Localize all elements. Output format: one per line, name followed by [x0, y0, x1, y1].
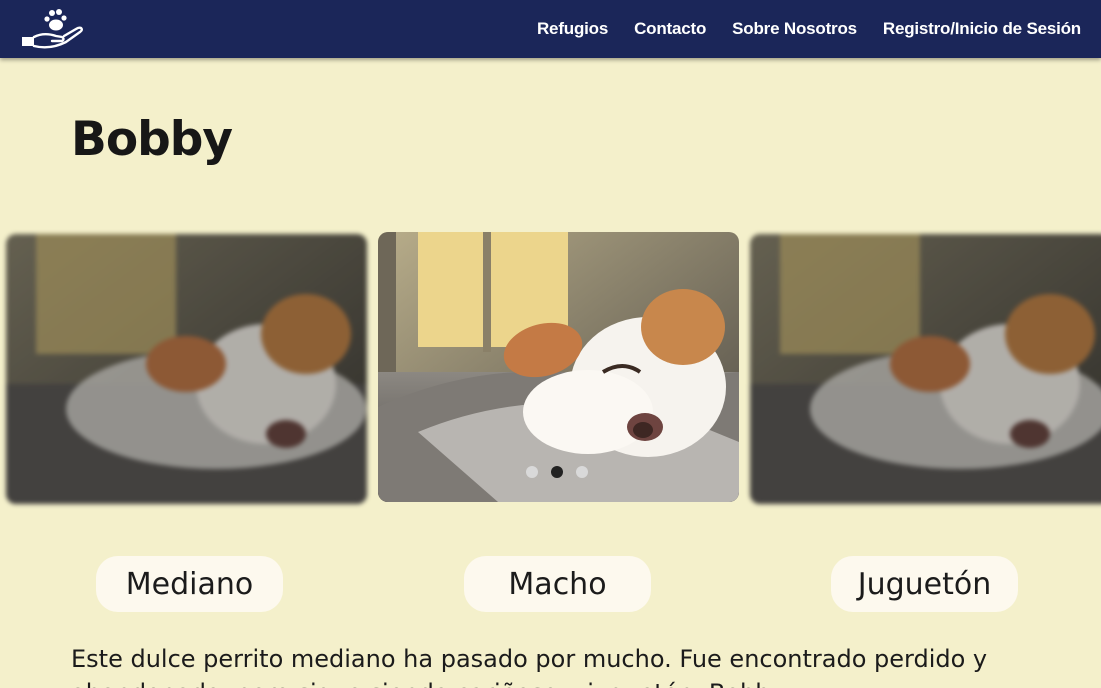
trait-chip-size: Mediano — [96, 556, 283, 612]
carousel-slide-prev[interactable] — [6, 234, 367, 504]
navbar: Refugios Contacto Sobre Nosotros Registr… — [0, 0, 1101, 58]
nav-link-contacto[interactable]: Contacto — [634, 19, 706, 39]
paw-hand-logo-icon[interactable] — [20, 6, 86, 52]
nav-links: Refugios Contacto Sobre Nosotros Registr… — [537, 0, 1081, 58]
pet-name-title: Bobby — [71, 112, 233, 167]
trait-chip-temperament: Juguetón — [831, 556, 1018, 612]
nav-link-registro[interactable]: Registro/Inicio de Sesión — [883, 19, 1081, 39]
carousel-dot-3[interactable] — [576, 466, 588, 478]
photo-carousel[interactable] — [0, 232, 1101, 504]
nav-link-sobre-nosotros[interactable]: Sobre Nosotros — [732, 19, 857, 39]
pet-description: Este dulce perrito mediano ha pasado por… — [71, 645, 988, 688]
nav-link-refugios[interactable]: Refugios — [537, 19, 608, 39]
carousel-dot-1[interactable] — [526, 466, 538, 478]
carousel-slide-active[interactable] — [378, 232, 739, 502]
carousel-slide-next[interactable] — [750, 234, 1101, 504]
carousel-dots — [526, 466, 588, 478]
carousel-dot-2[interactable] — [551, 466, 563, 478]
trait-chip-sex: Macho — [464, 556, 651, 612]
